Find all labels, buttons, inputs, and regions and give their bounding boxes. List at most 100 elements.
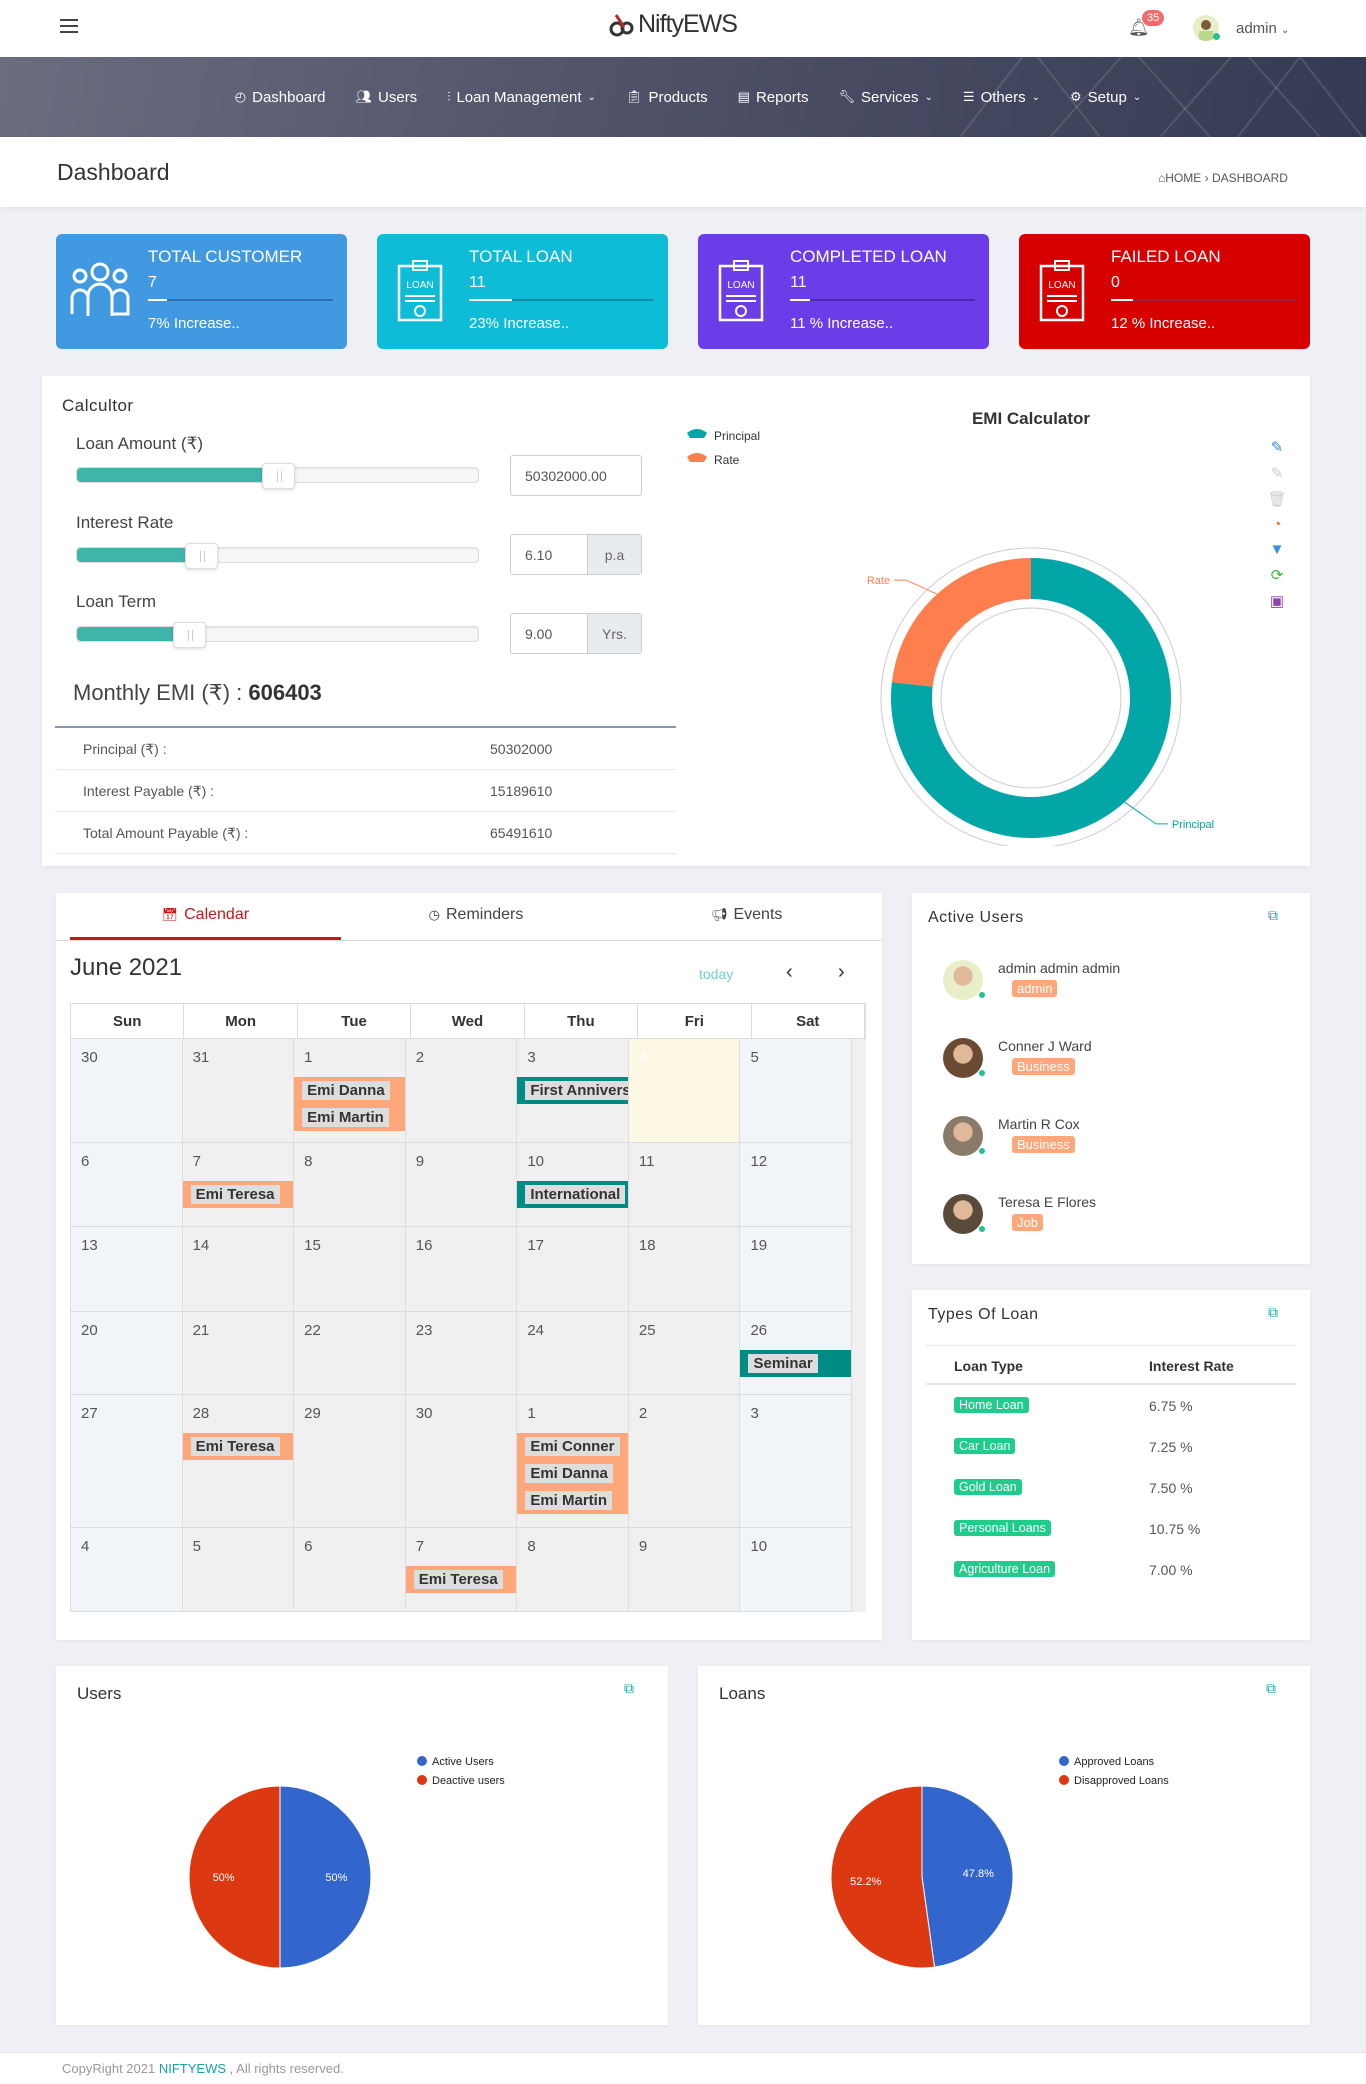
- calendar-event[interactable]: Emi Teresa: [405, 1566, 517, 1593]
- calendar-event[interactable]: First Anniversary: [517, 1077, 628, 1104]
- loan-term-field[interactable]: Yrs.: [510, 613, 642, 654]
- nav-item-products[interactable]: 📋︎ Products: [626, 89, 708, 106]
- calendar-day[interactable]: 26 Seminar: [740, 1312, 853, 1394]
- calendar-day[interactable]: 3 First Anniversary: [517, 1039, 629, 1142]
- interest-rate-field[interactable]: p.a: [510, 534, 642, 575]
- loan-type-badge[interactable]: Car Loan: [954, 1438, 1016, 1454]
- nav-item-reports[interactable]: ▤ Reports: [738, 89, 809, 106]
- calendar-day[interactable]: 30: [406, 1395, 518, 1527]
- loan-amount-slider[interactable]: [76, 463, 479, 489]
- calendar-event[interactable]: Seminar: [740, 1350, 852, 1377]
- calendar-day[interactable]: 6: [71, 1143, 183, 1226]
- calendar-day[interactable]: 7 Emi Teresa: [405, 1528, 518, 1611]
- tab-reminders[interactable]: ◷ Reminders: [341, 893, 612, 940]
- nav-item-others[interactable]: ☰ Others ⌄: [963, 89, 1040, 106]
- calendar-day[interactable]: 1 Emi Danna Emi Martin: [294, 1039, 406, 1142]
- calendar-day[interactable]: 12: [740, 1143, 853, 1226]
- user-menu[interactable]: admin ⌄: [1236, 20, 1289, 37]
- calendar-body[interactable]: 30 31 1 Emi Danna Emi Martin 2 3 First Annivers…: [70, 1039, 866, 1612]
- stat-card-total-customer[interactable]: TOTAL CUSTOMER 7 7% Increase..: [56, 234, 347, 349]
- active-user-item[interactable]: admin admin admin admin: [912, 960, 1310, 1020]
- pencil-minus-icon[interactable]: ✎: [1271, 464, 1284, 482]
- calendar-day[interactable]: 13: [71, 1227, 183, 1311]
- interest-rate-input[interactable]: [511, 535, 587, 574]
- calendar-day[interactable]: 10 International: [517, 1143, 629, 1226]
- legend-item[interactable]: Principal: [714, 429, 760, 443]
- hamburger-icon[interactable]: [60, 19, 78, 33]
- calendar-day[interactable]: 19: [740, 1227, 853, 1311]
- loan-term-input[interactable]: [511, 614, 587, 653]
- nav-item-services[interactable]: 🔧︎ Services ⌄: [838, 89, 932, 106]
- interest-rate-slider[interactable]: [76, 543, 479, 569]
- today-button[interactable]: today: [699, 966, 733, 982]
- calendar-day[interactable]: 29: [294, 1395, 406, 1527]
- donut-slice-rate[interactable]: [891, 558, 1031, 687]
- calendar-day[interactable]: 18: [629, 1227, 741, 1311]
- legend-item[interactable]: Rate: [714, 453, 740, 467]
- calendar-day[interactable]: 22: [294, 1312, 406, 1394]
- trash-icon[interactable]: 🗑︎: [1267, 490, 1286, 508]
- calendar-day[interactable]: 9: [406, 1143, 518, 1226]
- calendar-scrollbar[interactable]: [852, 1039, 866, 1612]
- brand-logo[interactable]: NiftyEWS: [608, 10, 738, 39]
- nav-item-loan-management[interactable]: ⫶ Loan Management ⌄: [447, 89, 596, 106]
- calendar-event[interactable]: Emi Conner: [517, 1433, 628, 1460]
- calendar-day[interactable]: 21: [183, 1312, 295, 1394]
- pie-slice-disapproved-loans[interactable]: [830, 1785, 936, 1969]
- calendar-day[interactable]: 20: [71, 1312, 183, 1394]
- calendar-day[interactable]: 31: [183, 1039, 295, 1142]
- calendar-day[interactable]: 17: [517, 1227, 629, 1311]
- calendar-day[interactable]: 11: [629, 1143, 741, 1226]
- tab-events[interactable]: 📢︎ Events: [611, 893, 882, 940]
- slider-handle[interactable]: [261, 463, 295, 489]
- nav-item-setup[interactable]: ⚙ Setup ⌄: [1070, 89, 1141, 106]
- nav-item-dashboard[interactable]: ◴ Dashboard: [235, 89, 326, 106]
- calendar-day[interactable]: 8: [517, 1528, 629, 1611]
- calendar-day[interactable]: 5: [740, 1039, 853, 1142]
- calendar-day[interactable]: 28 Emi Teresa: [182, 1395, 295, 1527]
- calendar-day[interactable]: 9: [629, 1528, 741, 1611]
- calendar-day[interactable]: 4: [71, 1528, 183, 1611]
- calendar-day[interactable]: 7 Emi Teresa: [182, 1143, 295, 1226]
- nav-item-users[interactable]: 👥︎ Users: [356, 89, 418, 106]
- external-link-icon[interactable]: ⧉: [1268, 907, 1278, 924]
- calendar-event[interactable]: Emi Danna: [517, 1460, 628, 1487]
- slider-handle[interactable]: [185, 543, 219, 569]
- calendar-day[interactable]: 10: [740, 1528, 853, 1611]
- external-link-icon[interactable]: ⧉: [1268, 1304, 1278, 1321]
- calendar-event[interactable]: Emi Martin: [517, 1487, 628, 1514]
- pencil-plus-icon[interactable]: ✎: [1271, 438, 1284, 456]
- calendar-day[interactable]: 25: [629, 1312, 741, 1394]
- active-user-item[interactable]: Martin R Cox Business: [912, 1116, 1310, 1176]
- loan-type-badge[interactable]: Personal Loans: [954, 1520, 1051, 1536]
- calendar-day[interactable]: 1 Emi Conner Emi Danna Emi Martin: [517, 1395, 629, 1527]
- loan-amount-field[interactable]: [510, 455, 642, 496]
- calendar-day[interactable]: 5: [183, 1528, 295, 1611]
- calendar-day[interactable]: 6: [294, 1528, 406, 1611]
- filter-icon[interactable]: ▼: [1270, 541, 1285, 558]
- breadcrumb-home[interactable]: HOME: [1165, 171, 1201, 185]
- stat-card-failed-loan[interactable]: LOAN FAILED LOAN 0 12 % Increase..: [1019, 234, 1310, 349]
- stat-card-completed-loan[interactable]: LOAN COMPLETED LOAN 11 11 % Increase..: [698, 234, 989, 349]
- legend-item[interactable]: Deactive users: [432, 1775, 505, 1787]
- legend-item[interactable]: Active Users: [432, 1756, 494, 1768]
- loan-type-badge[interactable]: Agriculture Loan: [954, 1561, 1056, 1577]
- tab-calendar[interactable]: 📅︎ Calendar: [70, 893, 341, 940]
- calendar-event[interactable]: Emi Martin: [294, 1104, 405, 1131]
- calendar-day[interactable]: 27: [71, 1395, 183, 1527]
- calendar-event[interactable]: Emi Danna: [294, 1077, 405, 1104]
- slider-handle[interactable]: [173, 622, 207, 648]
- calendar-day[interactable]: 3: [740, 1395, 853, 1527]
- calendar-event[interactable]: Emi Teresa: [182, 1181, 294, 1208]
- calendar-day[interactable]: 2: [406, 1039, 518, 1142]
- loan-term-slider[interactable]: [76, 622, 479, 648]
- active-user-item[interactable]: Conner J Ward Business: [912, 1038, 1310, 1098]
- loan-amount-input[interactable]: [511, 456, 641, 495]
- save-icon[interactable]: ▣: [1270, 592, 1284, 610]
- calendar-day[interactable]: 24: [517, 1312, 629, 1394]
- calendar-day[interactable]: 16: [406, 1227, 518, 1311]
- calendar-day[interactable]: 15: [294, 1227, 406, 1311]
- legend-item[interactable]: Approved Loans: [1074, 1756, 1155, 1768]
- active-user-item[interactable]: Teresa E Flores Job: [912, 1194, 1310, 1254]
- calendar-day[interactable]: 30: [71, 1039, 183, 1142]
